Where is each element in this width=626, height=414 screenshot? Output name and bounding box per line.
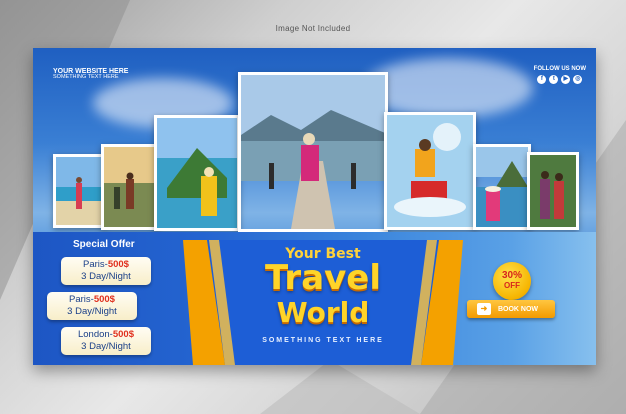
offer-price: 500$ bbox=[112, 329, 134, 340]
photo-lake-hat bbox=[473, 144, 531, 230]
follow-label: FOLLOW US NOW bbox=[533, 66, 586, 72]
offer-duration: 3 Day/Night bbox=[67, 306, 117, 317]
headline-panel: Your Best Travel World SOMETHING TEXT HE… bbox=[183, 240, 463, 365]
discount-percent: 30% bbox=[501, 270, 522, 281]
book-now-label: BOOK NOW bbox=[497, 305, 539, 313]
special-offer-title: Special Offer bbox=[73, 239, 135, 250]
headline-world: World bbox=[276, 296, 370, 329]
offer-city: Paris- bbox=[69, 294, 94, 305]
headline-tagline: SOMETHING TEXT HERE bbox=[262, 337, 384, 344]
book-now-button[interactable]: ➜ BOOK NOW bbox=[467, 300, 555, 318]
offer-price: 500$ bbox=[107, 259, 129, 270]
social-block: FOLLOW US NOW f t ▶ ◎ bbox=[534, 66, 586, 84]
photo-pier-red-dress bbox=[238, 72, 388, 232]
headline-travel: Travel bbox=[264, 258, 382, 298]
discount-label: OFF bbox=[504, 281, 520, 290]
photo-couple-forest bbox=[527, 152, 579, 230]
offer-duration: 3 Day/Night bbox=[81, 271, 131, 282]
photo-hikers bbox=[101, 144, 159, 230]
photo-woman-suitcase bbox=[384, 112, 476, 230]
twitter-icon[interactable]: t bbox=[549, 75, 559, 84]
offer-city: London- bbox=[77, 329, 113, 340]
offer-duration: 3 Day/Night bbox=[81, 341, 131, 352]
offer-card-3[interactable]: London-500$ 3 Day/Night bbox=[61, 327, 151, 355]
offer-city: Paris- bbox=[83, 259, 108, 270]
offer-card-2[interactable]: Paris-500$ 3 Day/Night bbox=[47, 292, 137, 320]
travel-banner: YOUR WEBSITE HERE SOMETHING TEXT HERE FO… bbox=[33, 48, 596, 365]
youtube-icon[interactable]: ▶ bbox=[561, 75, 571, 84]
offer-price: 500$ bbox=[93, 294, 115, 305]
discount-badge: 30% OFF bbox=[493, 262, 531, 300]
website-block: YOUR WEBSITE HERE SOMETHING TEXT HERE bbox=[53, 68, 128, 81]
facebook-icon[interactable]: f bbox=[537, 75, 547, 84]
instagram-icon[interactable]: ◎ bbox=[573, 75, 583, 84]
photo-island-dress bbox=[154, 115, 240, 231]
offer-card-1[interactable]: Paris-500$ 3 Day/Night bbox=[61, 257, 151, 285]
website-subtitle: SOMETHING TEXT HERE bbox=[53, 74, 119, 81]
watermark-text: Image Not Included bbox=[275, 24, 351, 33]
arrow-right-icon: ➜ bbox=[477, 303, 491, 315]
photo-beach-couple bbox=[53, 154, 105, 228]
